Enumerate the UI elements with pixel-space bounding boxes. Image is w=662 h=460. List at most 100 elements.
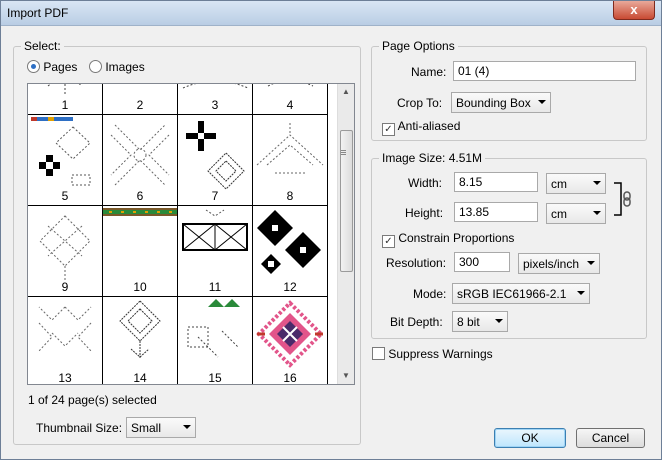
page-thumbnail-16[interactable]: 16 <box>253 297 328 385</box>
select-legend: Select: <box>24 39 61 53</box>
ok-button[interactable]: OK <box>494 428 566 448</box>
close-icon: x <box>630 2 638 17</box>
width-label: Width: <box>408 176 443 190</box>
resolution-unit-select[interactable]: pixels/inch <box>518 253 600 274</box>
radio-images-label: Images <box>105 60 145 74</box>
page-thumbnail-7[interactable]: 7 <box>178 115 253 206</box>
page-thumbnail-6[interactable]: 6 <box>103 115 178 206</box>
page-thumbnail-14[interactable]: 14 <box>103 297 178 385</box>
chevron-down-icon <box>587 261 595 265</box>
page-thumbnail-12[interactable]: 12 <box>253 206 328 297</box>
checkbox-box[interactable] <box>372 347 385 360</box>
thumbnail-list[interactable]: 1 2 3 4 5 6 7 8 9 10 11 12 13 14 15 16 ▲… <box>27 83 355 385</box>
scroll-up-icon[interactable]: ▲ <box>338 84 354 100</box>
pattern-thumbnail-3 <box>182 84 249 89</box>
thumbnail-scrollbar[interactable]: ▲ ▼ <box>337 84 354 384</box>
width-unit-value: cm <box>551 177 567 191</box>
suppress-warnings-label: Suppress Warnings <box>388 347 493 361</box>
height-unit-select[interactable]: cm <box>546 203 606 224</box>
page-number: 5 <box>61 189 69 203</box>
radio-pages-label: Pages <box>43 60 78 74</box>
cancel-button[interactable]: Cancel <box>576 428 645 448</box>
page-thumbnail-10[interactable]: 10 <box>103 206 178 297</box>
crop-to-value: Bounding Box <box>456 96 531 110</box>
page-number: 1 <box>61 98 69 112</box>
page-number: 7 <box>211 189 219 203</box>
bit-depth-select[interactable]: 8 bit <box>452 311 508 332</box>
crop-to-select[interactable]: Bounding Box <box>451 92 551 113</box>
thumbnail-size-label: Thumbnail Size: <box>36 421 123 435</box>
scrollbar-grip-icon <box>341 150 346 151</box>
page-number: 12 <box>283 280 297 294</box>
window-title: Import PDF <box>7 6 69 20</box>
pattern-thumbnail-6 <box>110 124 170 186</box>
width-field[interactable]: 8.15 <box>454 172 538 192</box>
page-number: 14 <box>133 371 147 385</box>
radio-images[interactable]: Images <box>89 60 145 74</box>
suppress-warnings-checkbox[interactable]: Suppress Warnings <box>372 347 493 361</box>
page-number: 13 <box>58 371 72 385</box>
page-thumbnail-13[interactable]: 13 <box>28 297 103 385</box>
scroll-down-icon[interactable]: ▼ <box>338 368 354 384</box>
chevron-down-icon <box>593 181 601 185</box>
link-proportions-icon <box>614 182 631 216</box>
chevron-down-icon <box>593 211 601 215</box>
pattern-thumbnail-11 <box>182 209 248 251</box>
checkmark-icon[interactable]: ✓ <box>382 235 395 248</box>
anti-aliased-label: Anti-aliased <box>397 119 461 133</box>
chevron-down-icon <box>183 425 191 429</box>
image-size-legend: Image Size: 4.51M <box>382 151 483 165</box>
import-pdf-dialog: Import PDF x Select: Pages Images 1 2 3 … <box>0 0 662 460</box>
mode-select[interactable]: sRGB IEC61966-2.1 <box>452 283 590 304</box>
page-thumbnail-9[interactable]: 9 <box>28 206 103 297</box>
page-number: 3 <box>211 98 219 112</box>
pattern-thumbnail-16 <box>256 300 324 368</box>
pattern-thumbnail-12 <box>257 210 321 274</box>
pattern-thumbnail-7 <box>186 121 245 190</box>
pattern-thumbnail-9 <box>39 215 91 282</box>
page-thumbnail-11[interactable]: 11 <box>178 206 253 297</box>
page-thumbnail-15[interactable]: 15 <box>178 297 253 385</box>
resolution-field[interactable]: 300 <box>454 252 510 272</box>
radio-pages[interactable]: Pages <box>27 60 77 74</box>
thumbnail-size-select[interactable]: Small <box>126 417 196 438</box>
pattern-thumbnail-15 <box>187 299 240 358</box>
page-number: 2 <box>136 98 144 112</box>
height-unit-value: cm <box>551 207 567 221</box>
page-thumbnail-8[interactable]: 8 <box>253 115 328 206</box>
resolution-unit-value: pixels/inch <box>523 257 580 271</box>
page-number: 8 <box>286 189 294 203</box>
constrain-proportions-checkbox[interactable]: ✓ Constrain Proportions <box>382 231 514 248</box>
radio-images-indicator[interactable] <box>89 60 102 73</box>
title-bar[interactable]: Import PDF x <box>1 1 661 26</box>
pattern-thumbnail-8 <box>256 123 324 174</box>
height-label: Height: <box>405 206 444 220</box>
page-thumbnail-5[interactable]: 5 <box>28 115 103 206</box>
page-number: 15 <box>208 371 222 385</box>
page-number: 16 <box>283 371 297 385</box>
page-number: 9 <box>61 280 69 294</box>
anti-aliased-checkbox[interactable]: ✓ Anti-aliased <box>382 119 460 136</box>
mode-value: sRGB IEC61966-2.1 <box>457 287 567 301</box>
page-number: 10 <box>133 280 147 294</box>
bit-depth-value: 8 bit <box>457 315 480 329</box>
close-button[interactable]: x <box>613 1 655 20</box>
page-thumbnail-4[interactable]: 4 <box>253 84 328 115</box>
height-field[interactable]: 13.85 <box>454 202 538 222</box>
pattern-thumbnail-1 <box>47 84 83 94</box>
width-unit-select[interactable]: cm <box>546 173 606 194</box>
name-label: Name: <box>411 65 447 79</box>
page-number: 4 <box>286 98 294 112</box>
page-number: 11 <box>208 280 222 294</box>
pattern-thumbnail-14 <box>119 300 161 359</box>
page-thumbnail-1[interactable]: 1 <box>28 84 104 116</box>
checkmark-icon[interactable]: ✓ <box>382 123 395 136</box>
pattern-thumbnail-4 <box>267 84 314 87</box>
dialog-body: Select: Pages Images 1 2 3 4 5 6 7 8 9 1… <box>9 31 653 451</box>
radio-pages-indicator[interactable] <box>27 60 40 73</box>
scrollbar-thumb[interactable] <box>340 130 353 272</box>
name-field[interactable]: 01 (4) <box>453 61 636 81</box>
page-thumbnail-2[interactable]: 2 <box>103 84 178 115</box>
page-thumbnail-3[interactable]: 3 <box>178 84 253 115</box>
thumbnail-size-value: Small <box>131 421 162 435</box>
